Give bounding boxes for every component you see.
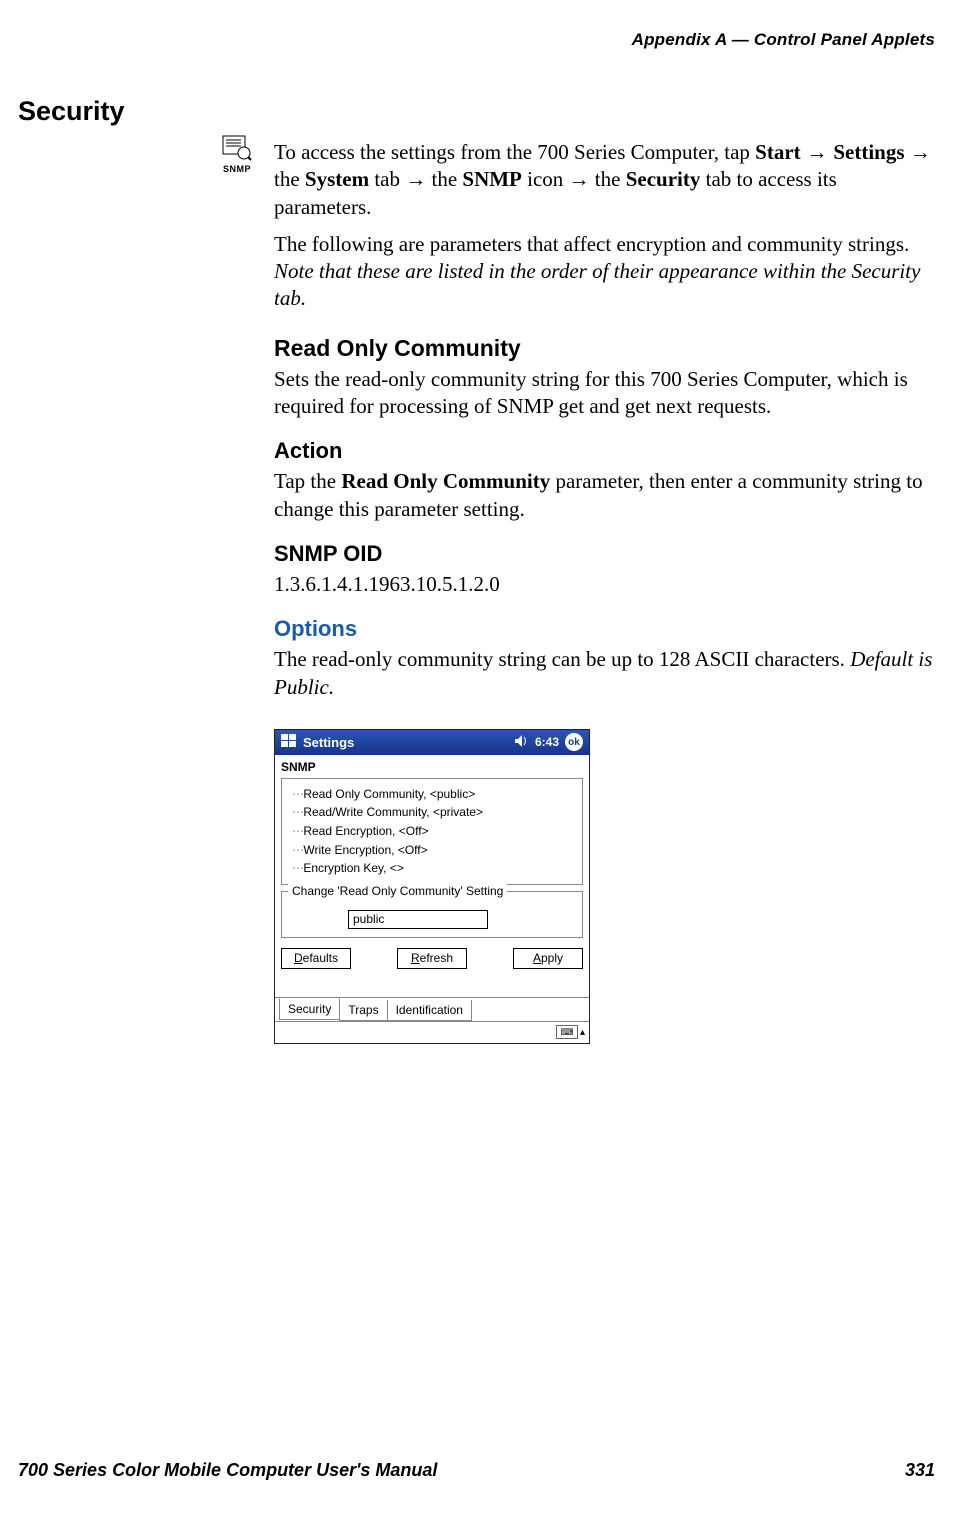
window-titlebar: Settings 6:43 ok	[275, 730, 589, 755]
keyboard-icon[interactable]: ⌨	[556, 1025, 578, 1039]
start-flag-icon[interactable]	[281, 734, 297, 751]
parameter-tree[interactable]: Read Only Community, <public> Read/Write…	[281, 778, 583, 885]
tree-item[interactable]: Read Only Community, <public>	[292, 785, 576, 804]
heading-action: Action	[274, 438, 935, 464]
tree-item[interactable]: Encryption Key, <>	[292, 859, 576, 878]
applet-title: SNMP	[275, 755, 589, 776]
tree-item[interactable]: Read/Write Community, <private>	[292, 803, 576, 822]
ok-button[interactable]: ok	[565, 733, 583, 751]
heading-snmp-oid: SNMP OID	[274, 541, 935, 567]
tree-item[interactable]: Read Encryption, <Off>	[292, 822, 576, 841]
refresh-button[interactable]: Refresh	[397, 948, 467, 969]
oid-value: 1.3.6.1.4.1.1963.10.5.1.2.0	[274, 571, 935, 598]
defaults-button[interactable]: Defaults	[281, 948, 351, 969]
sip-arrow-icon[interactable]: ▴	[580, 1027, 585, 1038]
tab-bar: Security Traps Identification	[275, 997, 589, 1021]
sip-bar: ⌨ ▴	[275, 1021, 589, 1043]
community-string-input[interactable]	[348, 910, 488, 929]
tab-security[interactable]: Security	[279, 998, 340, 1020]
window-title: Settings	[303, 735, 509, 750]
running-header: Appendix A — Control Panel Applets	[18, 30, 935, 50]
intro-paragraph: To access the settings from the 700 Seri…	[274, 139, 935, 221]
speaker-icon[interactable]	[515, 735, 529, 750]
intro-paragraph-2: The following are parameters that affect…	[274, 231, 935, 313]
section-title-security: Security	[18, 96, 935, 127]
roc-text: Sets the read-only community string for …	[274, 366, 935, 421]
tab-traps[interactable]: Traps	[339, 1000, 387, 1021]
snmp-icon-label: SNMP	[223, 164, 251, 174]
snmp-applet-icon: SNMP	[218, 135, 256, 174]
footer-manual-title: 700 Series Color Mobile Computer User's …	[18, 1460, 437, 1481]
clock-label[interactable]: 6:43	[535, 735, 559, 749]
group-legend: Change 'Read Only Community' Setting	[288, 884, 507, 898]
page-number: 331	[905, 1460, 935, 1481]
options-text: The read-only community string can be up…	[274, 646, 935, 701]
tab-identification[interactable]: Identification	[387, 1000, 472, 1021]
change-setting-group: Change 'Read Only Community' Setting	[281, 891, 583, 938]
action-text: Tap the Read Only Community parameter, t…	[274, 468, 935, 523]
tree-item[interactable]: Write Encryption, <Off>	[292, 841, 576, 860]
heading-read-only-community: Read Only Community	[274, 335, 935, 362]
snmp-settings-screenshot: Settings 6:43 ok SNMP Read Only Communit…	[274, 729, 590, 1044]
heading-options: Options	[274, 616, 935, 642]
apply-button[interactable]: Apply	[513, 948, 583, 969]
